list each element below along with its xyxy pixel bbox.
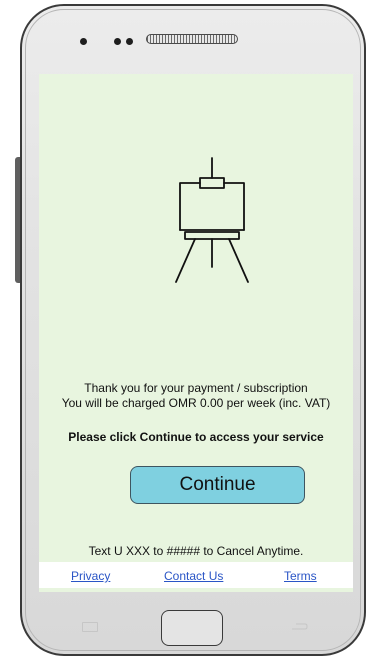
speaker-grille-icon [146,34,238,44]
contact-us-link[interactable]: Contact Us [164,569,223,583]
side-volume-button [15,157,20,283]
menu-key-icon[interactable] [82,622,98,632]
charge-message: You will be charged OMR 0.00 per week (i… [61,396,331,410]
screen: Thank you for your payment / subscriptio… [39,74,353,592]
privacy-link[interactable]: Privacy [71,569,110,583]
camera-icon [80,38,87,45]
instruction-text: Please click Continue to access your ser… [68,430,324,444]
thank-you-message: Thank you for your payment / subscriptio… [84,381,308,395]
easel-icon [175,157,249,283]
cancel-instruction: Text U XXX to ##### to Cancel Anytime. [88,544,304,558]
back-key-icon[interactable] [290,623,308,631]
continue-button[interactable]: Continue [130,466,305,504]
sensor-icon [114,38,121,45]
footer-links: Privacy Contact Us Terms [39,562,353,588]
sensor-icon [126,38,133,45]
home-button-icon[interactable] [161,610,223,646]
terms-link[interactable]: Terms [284,569,317,583]
phone-frame: Thank you for your payment / subscriptio… [15,4,366,656]
